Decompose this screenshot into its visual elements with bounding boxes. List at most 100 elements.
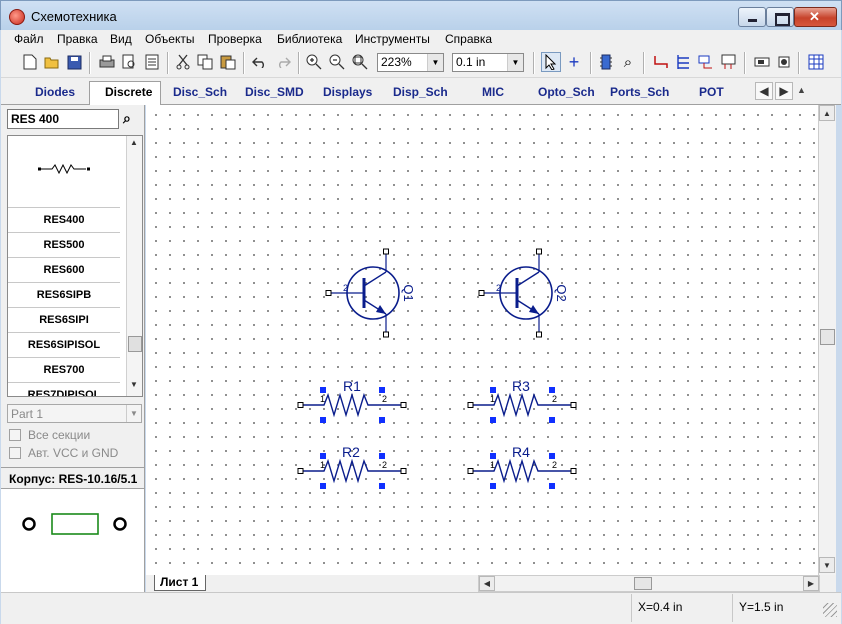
minimize-button[interactable] (738, 7, 766, 27)
redo-icon[interactable] (273, 52, 293, 72)
list-item[interactable]: RES500 (8, 233, 120, 258)
app-icon[interactable] (9, 9, 25, 25)
pcb-export-icon[interactable] (752, 52, 772, 72)
menu-help[interactable]: Справка (445, 32, 492, 46)
component-list[interactable]: RES400 RES500 RES600 RES6SIPB RES6SIPI R… (7, 135, 143, 397)
canvas-horizontal-scrollbar[interactable]: ◀ ▶ (478, 575, 820, 592)
list-item[interactable]: RES6SIPI (8, 308, 120, 333)
zoom-in-icon[interactable] (304, 52, 324, 72)
net-label-icon[interactable] (719, 52, 739, 72)
transistor-q2[interactable]: 2 Q2 (478, 248, 569, 338)
tab-mic[interactable]: MIC (482, 85, 504, 99)
menu-bar: Файл Правка Вид Объекты Проверка Библиот… (1, 30, 841, 48)
tab-discrete[interactable]: Discrete (105, 85, 152, 99)
list-item[interactable]: RES700 (8, 358, 120, 383)
scroll-down-icon[interactable]: ▼ (130, 380, 138, 389)
list-item[interactable]: RES400 (8, 208, 120, 233)
component-preview (8, 136, 120, 208)
print-preview-icon[interactable] (119, 52, 139, 72)
scroll-down-icon[interactable]: ▼ (819, 557, 835, 573)
all-sections-checkbox[interactable]: Все секции (9, 428, 90, 442)
package-preview (1, 489, 144, 592)
cross-cursor-icon[interactable]: + (564, 52, 584, 72)
menu-edit[interactable]: Правка (57, 32, 98, 46)
report-icon[interactable] (142, 52, 162, 72)
tab-disc-smd[interactable]: Disc_SMD (245, 85, 304, 99)
scroll-up-icon[interactable]: ▲ (130, 138, 138, 147)
zoom-select[interactable]: 223% ▼ (377, 53, 444, 72)
copy-icon[interactable] (195, 52, 215, 72)
menu-view[interactable]: Вид (110, 32, 132, 46)
resistor-r1[interactable]: R1 1 2 (297, 378, 407, 423)
scroll-thumb[interactable] (128, 336, 142, 352)
scroll-up-icon[interactable]: ▲ (819, 105, 835, 121)
title-bar: Схемотехника (0, 0, 842, 30)
schematic-canvas[interactable]: 2 Q1 2 Q2 R1 1 2 R2 1 2 R3 1 2 R4 1 2 (146, 105, 818, 575)
resistor-r3[interactable]: R3 1 2 (467, 378, 577, 423)
tab-menu-icon[interactable]: ▲ (797, 85, 806, 95)
r3-pin1-label: 1 (490, 394, 495, 404)
bus-icon[interactable] (673, 52, 693, 72)
component-icon[interactable] (596, 52, 616, 72)
status-y-coordinate: Y=1.5 in (732, 594, 820, 622)
undo-icon[interactable] (250, 52, 270, 72)
search-input[interactable] (7, 109, 119, 129)
menu-objects[interactable]: Объекты (145, 32, 195, 46)
tab-scroll-right-icon[interactable]: ▶ (775, 82, 793, 100)
tab-disp-sch[interactable]: Disp_Sch (393, 85, 448, 99)
cut-icon[interactable] (173, 52, 193, 72)
scroll-thumb[interactable] (820, 329, 835, 345)
q1-label: Q1 (401, 284, 416, 301)
table-icon[interactable] (806, 52, 826, 72)
scroll-thumb[interactable] (634, 577, 652, 590)
tab-displays[interactable]: Displays (323, 85, 372, 99)
tab-disc-sch[interactable]: Disc_Sch (173, 85, 227, 99)
r2-pin1-label: 1 (320, 460, 325, 470)
chip-icon[interactable] (774, 52, 794, 72)
menu-library[interactable]: Библиотека (277, 32, 342, 46)
chevron-down-icon: ▼ (126, 405, 141, 422)
net-port-icon[interactable] (696, 52, 716, 72)
tab-opto-sch[interactable]: Opto_Sch (538, 85, 595, 99)
grid-select[interactable]: 0.1 in ▼ (452, 53, 524, 72)
scroll-right-icon[interactable]: ▶ (803, 576, 819, 591)
auto-vcc-gnd-checkbox[interactable]: Авт. VCC и GND (9, 446, 118, 460)
paste-icon[interactable] (218, 52, 238, 72)
menu-check[interactable]: Проверка (208, 32, 262, 46)
canvas-vertical-scrollbar[interactable]: ▲ ▼ (818, 105, 836, 575)
tab-scroll-left-icon[interactable]: ◀ (755, 82, 773, 100)
print-icon[interactable] (97, 52, 117, 72)
part-select[interactable]: Part 1 ▼ (7, 404, 142, 423)
maximize-button[interactable] (766, 7, 794, 27)
resistor-r2[interactable]: R2 1 2 (297, 444, 407, 489)
resize-grip-icon[interactable] (823, 603, 837, 617)
menu-tools[interactable]: Инструменты (355, 32, 430, 46)
zoom-fit-icon[interactable] (350, 52, 370, 72)
list-item[interactable]: RES6SIPB (8, 283, 120, 308)
list-item[interactable]: RES7DIPISOL (8, 383, 120, 396)
close-button[interactable] (794, 7, 837, 27)
transistor-q1[interactable]: 2 Q1 (325, 248, 416, 338)
new-icon[interactable] (20, 52, 40, 72)
binoculars-icon[interactable]: ⌕ (618, 52, 638, 72)
r3-pin2-label: 2 (552, 394, 557, 404)
r1-pin2-label: 2 (382, 394, 387, 404)
sheet-tab[interactable]: Лист 1 (154, 575, 206, 591)
tab-diodes[interactable]: Diodes (35, 85, 75, 99)
resistor-r4[interactable]: R4 1 2 (467, 444, 577, 489)
status-bar: X=0.4 in Y=1.5 in (1, 592, 841, 624)
menu-file[interactable]: Файл (14, 32, 44, 46)
select-pointer-icon[interactable] (541, 52, 561, 72)
binoculars-icon[interactable]: ⌕ (123, 110, 141, 128)
open-icon[interactable] (42, 52, 62, 72)
zoom-out-icon[interactable] (327, 52, 347, 72)
tab-ports-sch[interactable]: Ports_Sch (610, 85, 669, 99)
list-scrollbar[interactable]: ▲ ▼ (126, 136, 142, 396)
list-item[interactable]: RES600 (8, 258, 120, 283)
tab-pot[interactable]: POT (699, 85, 724, 99)
list-item[interactable]: RES6SIPISOL (8, 333, 120, 358)
save-icon[interactable] (64, 52, 84, 72)
scroll-left-icon[interactable]: ◀ (479, 576, 495, 591)
package-label: Корпус: RES-10.16/5.1 (1, 467, 144, 489)
wire-icon[interactable] (651, 52, 671, 72)
